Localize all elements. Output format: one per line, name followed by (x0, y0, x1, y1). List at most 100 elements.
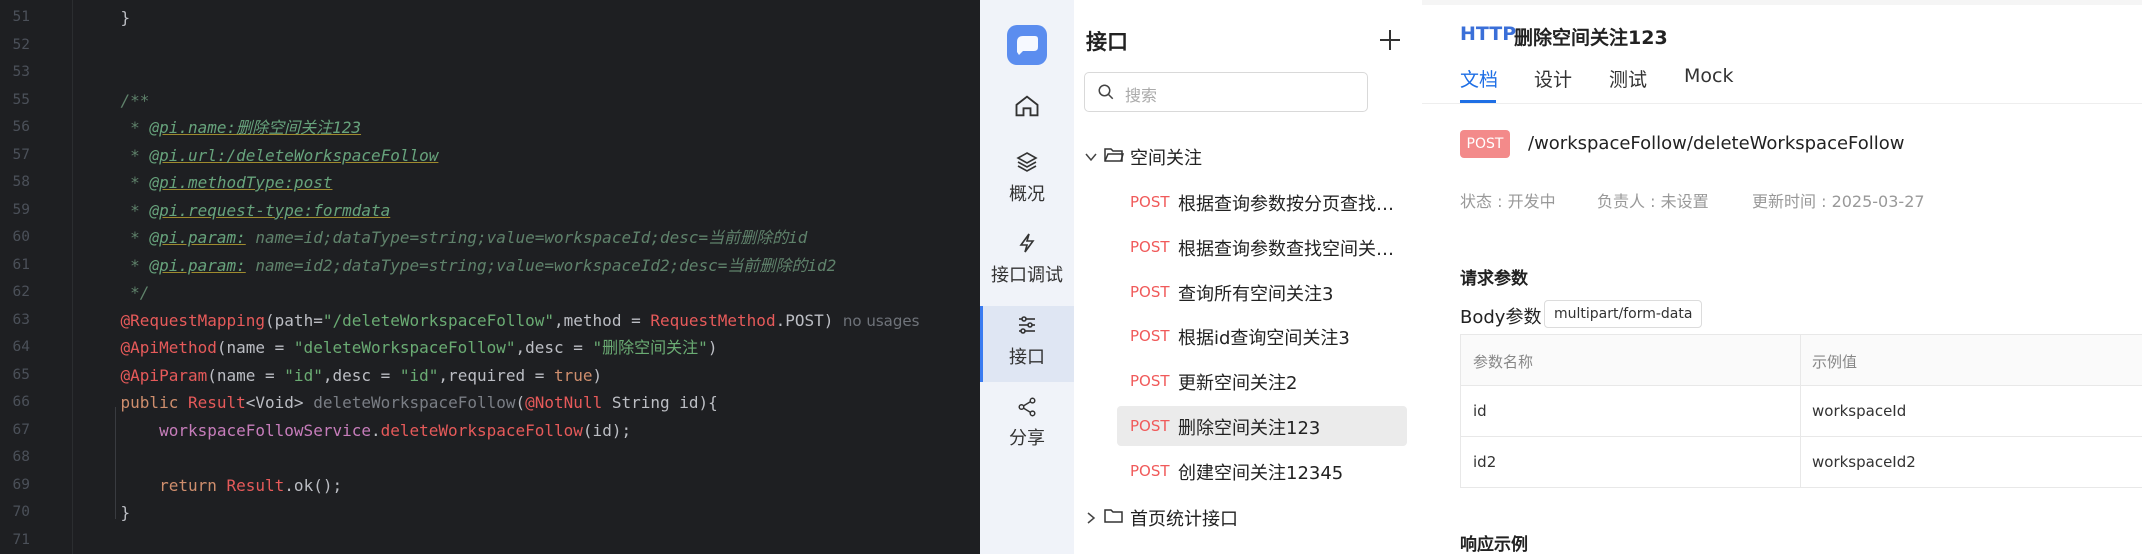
code-line: 62 */ (0, 279, 980, 307)
line-number: 56 (12, 119, 30, 135)
param-example: workspaceId (1812, 402, 1907, 420)
nav-api[interactable]: 接口 (980, 313, 1074, 369)
code-token: ( (515, 393, 526, 412)
code-token: * (82, 228, 150, 247)
nav-overview[interactable]: 概况 (980, 150, 1074, 206)
code-token: RequestMethod (650, 310, 776, 330)
code-token: @pi.name:删除空间关注123 (149, 118, 362, 137)
code-token: (name = (216, 338, 294, 357)
api-list-item[interactable]: POST 删除空间关注123 (1117, 406, 1407, 446)
line-number: 66 (12, 394, 30, 410)
method-label: POST (1130, 372, 1170, 391)
code-token: ,method = (554, 310, 651, 330)
code-token: @pi.url:/deleteWorkspaceFollow (149, 145, 439, 165)
response-example-heading: 响应示例 (1460, 535, 1528, 554)
line-number: 63 (12, 311, 30, 328)
code-token: return (159, 475, 227, 495)
tab-test[interactable]: 测试 (1609, 65, 1647, 92)
column-divider (1800, 335, 1801, 385)
code-token: @pi.param: (149, 255, 246, 275)
column-header-name: 参数名称 (1473, 353, 1534, 371)
code-text: */ (82, 279, 149, 307)
request-params-heading: 请求参数 (1460, 269, 1528, 289)
code-editor[interactable]: 51 } 52 53 55 /** 56 * @pi.name:删除空间关注123 57 … (0, 0, 980, 554)
folder-label: 空间关注 (1130, 148, 1202, 169)
api-list-panel: 接口 搜索 空间关注 POST 根据查询参数按分页查找空... POST 根据查询参数… (1074, 0, 1423, 554)
usage-hint[interactable]: no usages (833, 312, 920, 330)
line-number: 67 (12, 421, 30, 438)
add-icon[interactable] (1374, 24, 1406, 56)
code-line: 69 return Result.ok(); (0, 472, 980, 500)
code-token: @pi.request-type:formdata (149, 200, 391, 220)
code-token: @NotNull (525, 393, 603, 412)
api-list-item[interactable]: POST 根据id查询空间关注3 (1117, 316, 1407, 356)
search-input[interactable]: 搜索 (1084, 72, 1368, 112)
code-token: * (82, 173, 150, 192)
nav-share[interactable]: 分享 (980, 396, 1074, 450)
line-number: 62 (12, 284, 30, 300)
code-text: * @pi.methodType:post (82, 169, 332, 197)
tab-mock[interactable]: Mock (1684, 65, 1733, 87)
code-token: @RequestMapping (120, 310, 266, 330)
line-number: 52 (12, 36, 30, 53)
api-list-item[interactable]: POST 查询所有空间关注3 (1117, 272, 1407, 312)
code-token: "删除空间关注" (592, 338, 708, 357)
api-path: /workspaceFollow/deleteWorkspaceFollow (1528, 133, 1905, 154)
code-text: @ApiParam(name = "id",desc = "id",requir… (82, 362, 603, 390)
param-name: id (1473, 402, 1487, 420)
protocol-label: HTTP (1460, 23, 1517, 45)
code-text: public Result<Void> deleteWorkspaceFollo… (82, 389, 718, 417)
code-token: ) (707, 338, 718, 357)
nav-home[interactable] (980, 92, 1074, 126)
line-number: 60 (12, 229, 30, 245)
code-line: 58 * @pi.methodType:post (0, 169, 980, 197)
table-row: id workspaceId (1460, 386, 2142, 437)
updated-text: 更新时间 : 2025-03-27 (1752, 192, 1925, 211)
api-list-item[interactable]: POST 根据查询参数查找空间关注2 (1117, 227, 1407, 267)
code-token: Result (226, 475, 285, 495)
method-label: POST (1130, 237, 1170, 256)
code-text: } (82, 4, 131, 32)
tab-docs[interactable]: 文档 (1460, 65, 1498, 92)
code-token: "deleteWorkspaceFollow" (293, 338, 516, 357)
line-number: 58 (12, 174, 30, 190)
code-line: 70 } (0, 499, 980, 527)
code-line: 67 workspaceFollowService.deleteWorkspac… (0, 417, 980, 445)
api-name: 删除空间关注123 (1178, 418, 1321, 439)
code-line: 66 public Result<Void> deleteWorkspaceFo… (0, 389, 980, 417)
tab-design[interactable]: 设计 (1534, 65, 1572, 92)
api-name: 根据查询参数查找空间关注2 (1178, 238, 1403, 260)
chevron-down-icon (1085, 153, 1097, 162)
code-token: (id); (582, 420, 632, 440)
code-text: @ApiMethod(name = "deleteWorkspaceFollow… (82, 334, 718, 362)
method-badge: POST (1460, 130, 1510, 158)
api-list-item[interactable]: POST 创建空间关注12345 (1117, 451, 1407, 491)
table-border (1460, 386, 1461, 436)
api-name: 根据查询参数按分页查找空... (1178, 194, 1403, 215)
code-token: deleteWorkspaceFollow (380, 420, 583, 440)
code-line: 71 (0, 527, 980, 554)
code-line: 63 @RequestMapping(path="/deleteWorkspac… (0, 307, 980, 335)
code-token: ,required = (438, 365, 555, 385)
folder-icon (1104, 509, 1123, 523)
code-text: return Result.ok(); (82, 472, 342, 500)
code-token: ,desc = (515, 338, 593, 357)
api-list-item[interactable]: POST 更新空间关注2 (1117, 361, 1407, 401)
nav-debug-label: 接口调试 (991, 265, 1063, 286)
api-list-item[interactable]: POST 根据查询参数按分页查找空... (1117, 182, 1407, 222)
code-token: . (370, 420, 381, 440)
tabs-divider (1422, 103, 2142, 104)
code-token: public (120, 393, 188, 412)
code-line: 52 (0, 32, 980, 60)
code-text: * @pi.url:/deleteWorkspaceFollow (82, 142, 438, 170)
params-table: 参数名称 示例值 id workspaceId id2 workspaceId2 (1460, 334, 2142, 488)
code-token: * (82, 118, 150, 137)
code-token: "/deleteWorkspaceFollow" (322, 310, 555, 330)
code-text: workspaceFollowService.deleteWorkspaceFo… (82, 417, 631, 445)
app-logo[interactable] (1007, 25, 1047, 65)
panel-title: 接口 (1086, 30, 1128, 54)
nav-debug[interactable]: 接口调试 (980, 231, 1074, 287)
code-text: @RequestMapping(path="/deleteWorkspaceFo… (82, 307, 920, 336)
line-number: 61 (12, 256, 30, 273)
code-token: .POST) (775, 310, 834, 330)
